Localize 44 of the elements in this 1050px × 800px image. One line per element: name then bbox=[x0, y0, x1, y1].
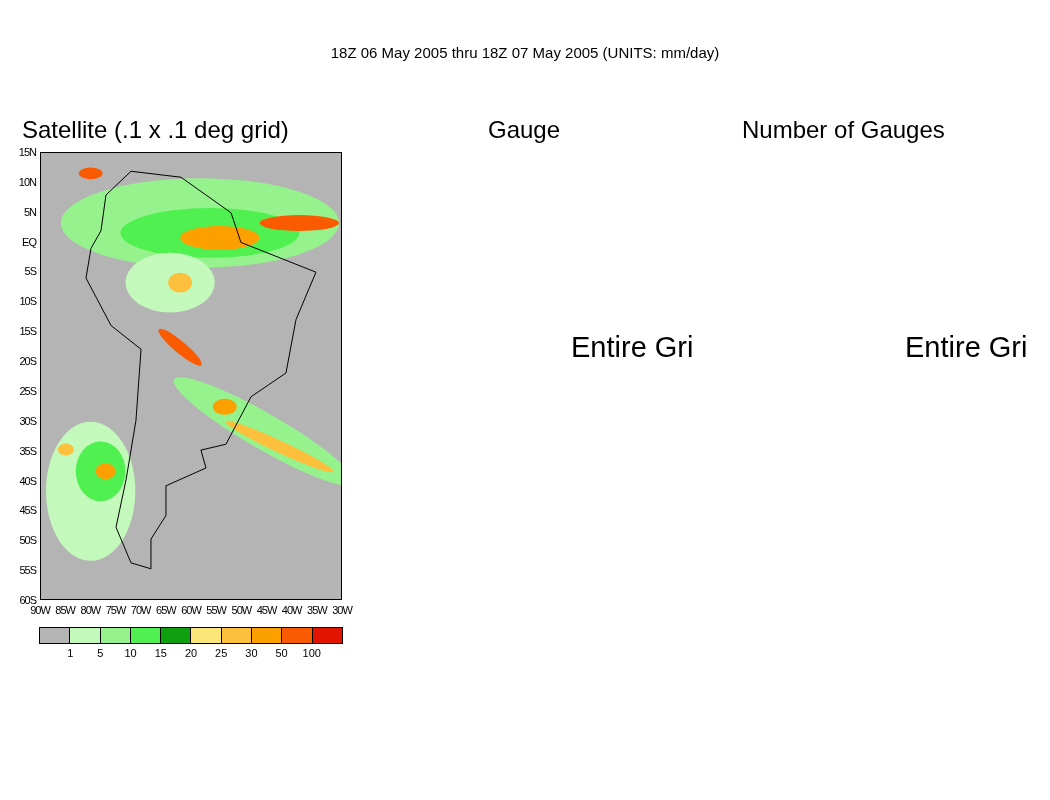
latitude-label: 35S bbox=[18, 444, 36, 457]
longitude-label: 70W bbox=[129, 604, 152, 616]
panel-title: Satellite (.1 x .1 deg grid) bbox=[22, 115, 289, 145]
panel-title: Gauge bbox=[488, 115, 561, 145]
latitude-label: 40S bbox=[18, 474, 36, 487]
legend-label: 30 bbox=[244, 647, 259, 659]
longitude-label: 85W bbox=[54, 604, 77, 616]
latitude-label: 15N bbox=[17, 146, 36, 158]
longitude-label: 60W bbox=[180, 604, 203, 616]
latitude-label: 30S bbox=[18, 414, 36, 427]
longitude-label: 65W bbox=[155, 604, 178, 616]
longitude-label: 35W bbox=[306, 604, 329, 616]
latitude-label: 50S bbox=[18, 534, 36, 547]
latitude-label: 10N bbox=[17, 175, 36, 188]
longitude-label: 30W bbox=[331, 604, 354, 616]
longitude-label: 45W bbox=[255, 604, 278, 616]
longitude-label: 75W bbox=[104, 604, 127, 616]
latitude-label: 25S bbox=[18, 384, 36, 397]
latitude-label: 15S bbox=[18, 325, 36, 338]
longitude-label: 80W bbox=[79, 604, 102, 616]
latitude-label: 60S bbox=[18, 594, 36, 606]
panel-message: Entire Gri bbox=[571, 330, 694, 365]
longitude-label: 50W bbox=[230, 604, 253, 616]
latitude-label: 45S bbox=[18, 504, 36, 517]
longitude-label: 90W bbox=[29, 604, 52, 616]
latitude-label: 55S bbox=[18, 564, 36, 577]
longitude-label: 40W bbox=[280, 604, 303, 616]
latitude-label: 5S bbox=[23, 265, 36, 278]
legend-label: 50 bbox=[274, 647, 289, 659]
plot-title: 18Z 06 May 2005 thru 18Z 07 May 2005 (UNITS: mm/day) bbox=[330, 44, 720, 61]
legend-label: 1 bbox=[66, 647, 75, 659]
longitude-label: 55W bbox=[205, 604, 228, 616]
legend-label: 5 bbox=[96, 647, 105, 659]
latitude-label: EQ bbox=[21, 235, 36, 248]
panel-title: Number of Gauges bbox=[742, 115, 945, 145]
legend-label: 100 bbox=[301, 647, 322, 659]
latitude-label: 5N bbox=[22, 205, 36, 218]
legend-label: 25 bbox=[214, 647, 229, 659]
panel-message: Entire Gri bbox=[905, 330, 1028, 365]
legend-label: 10 bbox=[123, 647, 138, 659]
latitude-label: 20S bbox=[18, 355, 36, 368]
latitude-label: 10S bbox=[18, 295, 36, 308]
legend-label: 15 bbox=[153, 647, 168, 659]
legend-label: 20 bbox=[183, 647, 199, 659]
